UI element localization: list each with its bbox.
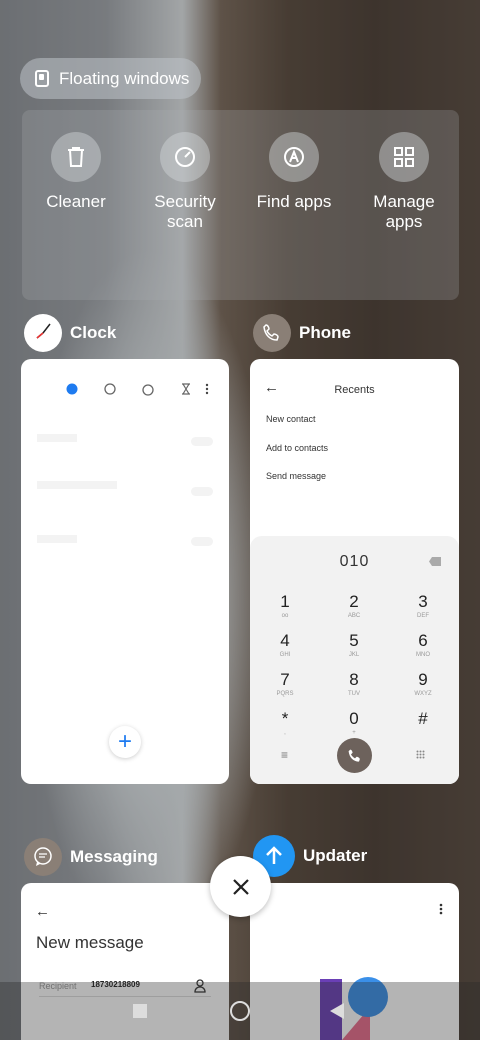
- dial-key-2[interactable]: 2 ABC: [324, 592, 384, 619]
- more-options-icon[interactable]: [439, 903, 443, 915]
- clock-app-name: Clock: [70, 323, 117, 342]
- dial-key-6[interactable]: 6 MNO: [393, 631, 453, 658]
- messaging-app-name: Messaging: [70, 847, 158, 866]
- alarm-tab-icon: [66, 383, 78, 395]
- dial-key-3[interactable]: 3 DEF: [393, 592, 453, 619]
- find-apps-icon: [269, 132, 319, 182]
- menu-add-to-contacts[interactable]: Add to contacts: [266, 443, 328, 453]
- recents-title: Recents: [334, 384, 375, 396]
- back-arrow-icon[interactable]: ←: [35, 903, 50, 920]
- security-scan-button[interactable]: Security scan: [130, 132, 240, 232]
- menu-icon[interactable]: ≡: [281, 748, 288, 762]
- menu-new-contact[interactable]: New contact: [266, 414, 316, 424]
- dial-key-9[interactable]: 9 WXYZ: [393, 670, 453, 697]
- back-nav-button[interactable]: [330, 1003, 344, 1019]
- new-message-title: New message: [36, 933, 144, 952]
- alarm-toggle[interactable]: [191, 537, 213, 546]
- dialed-number: 010: [339, 553, 370, 570]
- manage-apps-button[interactable]: Manage apps: [349, 132, 459, 232]
- updater-app-name: Updater: [303, 846, 368, 865]
- cleaner-label: Cleaner: [46, 192, 106, 211]
- dial-key-8[interactable]: 8 TUV: [324, 670, 384, 697]
- floating-window-icon: [35, 70, 49, 87]
- clear-all-button[interactable]: [210, 856, 271, 917]
- dial-key-4[interactable]: 4 GHI: [255, 631, 315, 658]
- backspace-icon[interactable]: [429, 557, 441, 566]
- clock-tab-icon: [104, 383, 116, 395]
- dialpad: 010 1 oo 2 ABC 3 DEF 4 GHI 5 JKL 6 MNO 7 PQRS 8…: [250, 536, 459, 784]
- navigation-bar: [0, 982, 480, 1040]
- alarm-toggle[interactable]: [191, 487, 213, 496]
- trash-icon: [51, 132, 101, 182]
- home-nav-button[interactable]: [230, 1001, 250, 1021]
- clock-app-header[interactable]: Clock: [24, 314, 116, 352]
- menu-send-message[interactable]: Send message: [266, 471, 326, 481]
- add-alarm-button[interactable]: +: [109, 726, 141, 758]
- clock-app-card[interactable]: +: [21, 359, 229, 784]
- close-icon: [232, 878, 249, 895]
- grid-icon: [379, 132, 429, 182]
- phone-icon: [253, 314, 291, 352]
- updater-app-header[interactable]: Updater: [253, 835, 367, 877]
- alarm-row-placeholder: [37, 434, 77, 442]
- alarm-toggle[interactable]: [191, 437, 213, 446]
- recents-nav-button[interactable]: [133, 1004, 147, 1018]
- alarm-row-placeholder: [37, 535, 77, 543]
- messaging-app-header[interactable]: Messaging: [24, 838, 158, 876]
- security-scan-label: Security scan: [154, 192, 216, 231]
- phone-app-header[interactable]: Phone: [253, 314, 351, 352]
- manage-apps-label: Manage apps: [373, 192, 435, 231]
- dial-key-7[interactable]: 7 PQRS: [255, 670, 315, 697]
- find-apps-button[interactable]: Find apps: [239, 132, 349, 212]
- cleaner-button[interactable]: Cleaner: [21, 132, 131, 212]
- phone-app-name: Phone: [299, 323, 351, 342]
- call-button[interactable]: [337, 738, 372, 773]
- dial-key-star[interactable]: *,: [255, 709, 315, 736]
- dial-key-5[interactable]: 5 JKL: [324, 631, 384, 658]
- security-scan-icon: [160, 132, 210, 182]
- floating-windows-button[interactable]: Floating windows: [20, 58, 201, 99]
- dial-key-0[interactable]: 0 +: [324, 709, 384, 736]
- dial-key-1[interactable]: 1 oo: [255, 592, 315, 619]
- timer-tab-icon: [182, 383, 190, 395]
- find-apps-label: Find apps: [256, 192, 332, 211]
- keypad-icon[interactable]: [416, 750, 425, 759]
- dial-key-hash[interactable]: #: [393, 709, 453, 730]
- stopwatch-tab-icon: [142, 384, 154, 396]
- clock-icon: [24, 314, 62, 352]
- alarm-row-placeholder: [37, 481, 117, 489]
- messaging-icon: [24, 838, 62, 876]
- phone-app-card[interactable]: ← Recents New contact Add to contacts Se…: [250, 359, 459, 784]
- floating-windows-label: Floating windows: [59, 68, 190, 88]
- call-icon: [348, 749, 360, 762]
